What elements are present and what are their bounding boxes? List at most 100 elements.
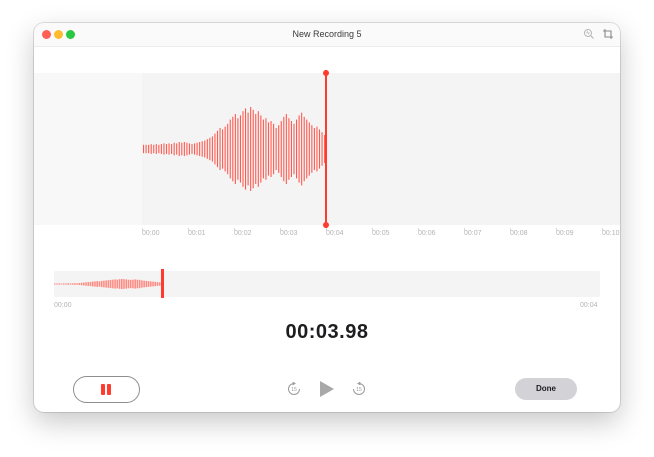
overview-bar [154, 281, 157, 287]
waveform-bar [168, 143, 170, 155]
overview-bar [78, 283, 81, 285]
waveform-bar [308, 122, 310, 176]
time-tick-label: 00:06 [418, 230, 436, 237]
waveform-bar [262, 119, 264, 179]
waveform-bar [283, 116, 285, 182]
waveform-bar [150, 144, 152, 154]
time-tick [418, 228, 419, 233]
waveform-bar [306, 119, 308, 179]
waveform-bar [201, 141, 203, 157]
waveform-bar [186, 142, 188, 156]
waveform-bar [222, 129, 224, 169]
playhead[interactable] [323, 70, 329, 228]
waveform-bar [247, 112, 249, 186]
waveform-bar [255, 114, 257, 184]
overview-bar [83, 282, 85, 286]
overview-bar [141, 280, 143, 288]
time-tick-label: 00:00 [142, 230, 160, 237]
time-axis: 00:00 00:01 00:02 00:03 00:04 00:05 00:06 00:07… [34, 230, 620, 244]
waveform-bar [214, 133, 216, 165]
waveform-bar [275, 128, 277, 170]
waveform-bar [155, 144, 157, 154]
done-button[interactable]: Done [515, 378, 577, 400]
overview-bar [94, 281, 96, 287]
overview-end-time: 00:04 [580, 302, 598, 309]
waveform-bar [178, 142, 180, 156]
overview-bar [127, 279, 130, 289]
waveform-bar [188, 143, 190, 155]
waveform-history-area [34, 73, 142, 225]
waveform-bar [257, 111, 259, 187]
enhance-recording-icon[interactable] [583, 28, 595, 40]
overview-bar [85, 282, 87, 286]
waveform-bar [288, 118, 290, 180]
waveform-bar [298, 115, 300, 183]
time-tick-label: 00:07 [464, 230, 482, 237]
waveform-bar [313, 128, 315, 170]
voice-memos-window: New Recording 5 00:00 00:01 00:02 00:03 00:0… [34, 23, 620, 412]
waveform-bar [293, 123, 295, 175]
overview-bar [109, 279, 112, 289]
overview-position-handle[interactable] [161, 269, 164, 298]
svg-text:15: 15 [356, 387, 362, 393]
overview-bar [91, 281, 94, 287]
waveform-bar [239, 115, 241, 183]
title-bar: New Recording 5 [34, 23, 620, 47]
waveform-bar [301, 112, 303, 186]
skip-forward-15-icon[interactable]: 15 [352, 382, 366, 396]
overview-start-time: 00:00 [54, 302, 72, 309]
waveform-bar [224, 126, 226, 172]
waveform-bar [191, 144, 193, 154]
time-tick [510, 228, 511, 233]
overview-bar [69, 283, 72, 285]
playhead-top-handle[interactable] [323, 70, 329, 76]
pause-recording-button[interactable] [73, 376, 140, 403]
time-tick-label: 00:09 [556, 230, 574, 237]
overview-bar [54, 283, 56, 285]
waveform-bar [148, 144, 150, 154]
overview-bar [62, 283, 65, 285]
waveform-bar [163, 143, 165, 155]
waveform-bar [252, 109, 254, 189]
waveform-bar [280, 121, 282, 177]
waveform-bar [316, 126, 318, 172]
overview-bar [114, 279, 116, 289]
overview-bar [143, 280, 145, 288]
waveform-bar [199, 142, 201, 156]
waveform-bar [260, 115, 262, 183]
overview-bar [105, 280, 107, 288]
overview-bar [152, 281, 154, 287]
waveform-bar [227, 123, 229, 175]
play-icon[interactable] [319, 380, 335, 398]
waveform-bar [153, 144, 155, 154]
waveform-bar [270, 121, 272, 177]
waveform-bar [296, 119, 298, 179]
overview-bar [74, 283, 76, 285]
waveform-bar [176, 143, 178, 155]
overview-bar [123, 279, 125, 289]
waveform-bar [194, 143, 196, 155]
trim-icon[interactable] [602, 28, 614, 40]
overview-bar [71, 283, 74, 285]
overview-bar [138, 279, 141, 289]
waveform-bar [273, 123, 275, 175]
waveform-bar [160, 144, 162, 154]
skip-back-15-icon[interactable]: 15 [287, 382, 301, 396]
pause-icon [100, 384, 112, 395]
overview-bar [118, 279, 121, 289]
waveform-bar [183, 142, 185, 156]
waveform-bar [242, 111, 244, 187]
overview-bar [103, 280, 105, 288]
overview-bar [87, 282, 90, 286]
waveform-bar [209, 137, 211, 161]
time-tick [188, 228, 189, 233]
time-tick [142, 228, 143, 233]
time-tick-label: 00:08 [510, 230, 528, 237]
overview-bar [80, 282, 83, 286]
time-tick [372, 228, 373, 233]
overview-waveform [54, 278, 161, 290]
time-tick-label: 00:02 [234, 230, 252, 237]
waveform-bar [303, 116, 305, 182]
overview-bar [132, 279, 134, 289]
overview-bar [134, 279, 136, 289]
